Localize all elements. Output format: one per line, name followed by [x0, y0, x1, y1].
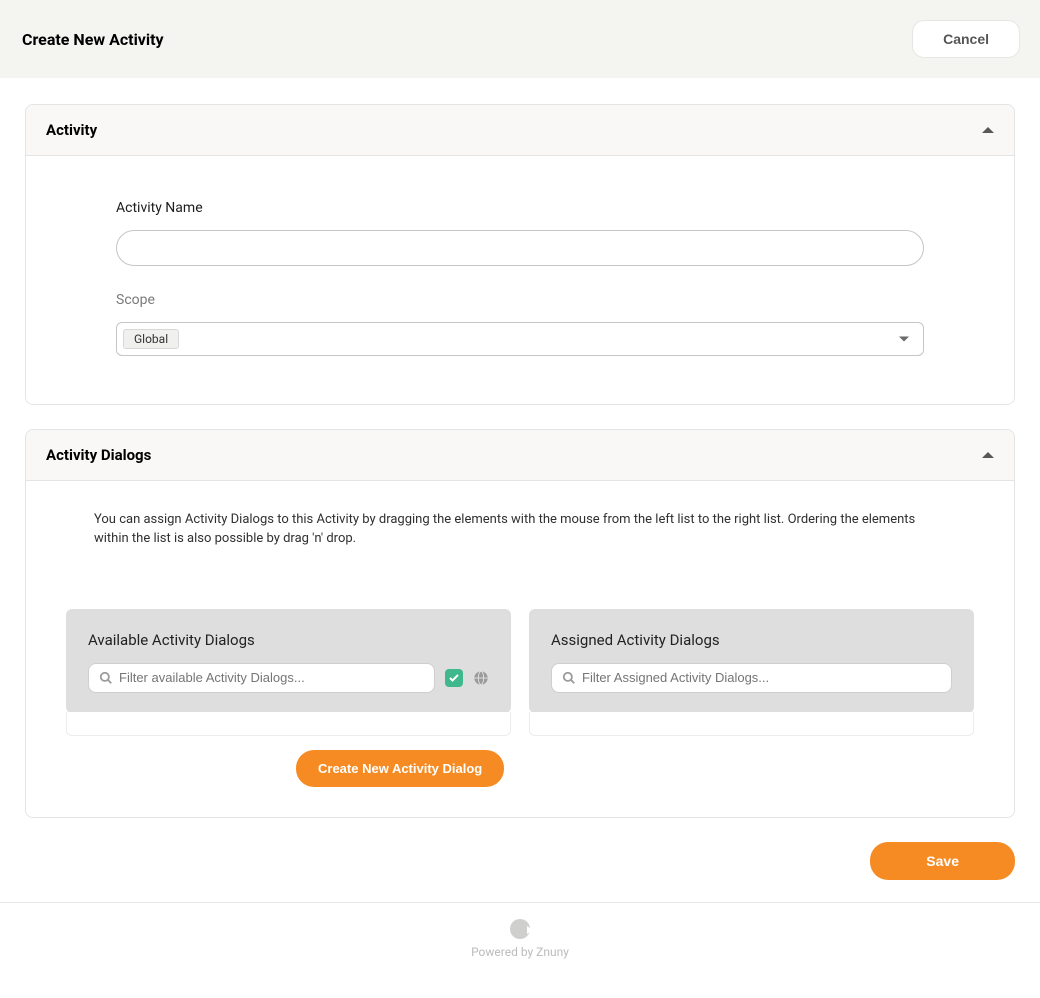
assigned-filter-row: [551, 663, 952, 693]
search-icon: [562, 671, 576, 685]
activity-name-input[interactable]: [116, 230, 924, 266]
page-header: Create New Activity Cancel: [0, 0, 1040, 78]
scope-selected-chip: Global: [123, 329, 179, 349]
dialogs-panel: Activity Dialogs You can assign Activity…: [25, 429, 1015, 818]
save-row: Save: [0, 842, 1040, 902]
activity-panel-body: Activity Name Scope Global: [26, 156, 1014, 404]
dialogs-panel-header[interactable]: Activity Dialogs: [26, 430, 1014, 481]
check-icon[interactable]: [445, 669, 463, 687]
activity-name-label: Activity Name: [116, 200, 924, 216]
scope-label: Scope: [116, 292, 924, 308]
dialogs-help-text: You can assign Activity Dialogs to this …: [94, 511, 946, 549]
znuny-logo-icon: [510, 919, 530, 939]
powered-by-text: Powered by Znuny: [0, 945, 1040, 959]
available-filter-input[interactable]: [119, 670, 424, 685]
available-filter-box: [88, 663, 435, 693]
content: Activity Activity Name Scope Global Acti…: [0, 78, 1040, 818]
chevron-down-icon: [899, 337, 909, 342]
cancel-button[interactable]: Cancel: [912, 20, 1020, 58]
available-title: Available Activity Dialogs: [88, 631, 489, 649]
footer: Powered by Znuny: [0, 902, 1040, 983]
available-column: Available Activity Dialogs: [66, 609, 511, 736]
activity-name-field: Activity Name: [116, 200, 924, 266]
globe-icon[interactable]: [473, 670, 489, 686]
scope-field: Scope Global: [116, 292, 924, 356]
collapse-up-icon: [982, 452, 994, 458]
assigned-filter-box: [551, 663, 952, 693]
assigned-title: Assigned Activity Dialogs: [551, 631, 952, 649]
create-activity-dialog-button[interactable]: Create New Activity Dialog: [296, 750, 504, 787]
collapse-up-icon: [982, 127, 994, 133]
page-title: Create New Activity: [22, 30, 164, 49]
activity-panel-header[interactable]: Activity: [26, 105, 1014, 156]
available-filter-row: [88, 663, 489, 693]
available-list-body[interactable]: [66, 712, 511, 736]
assigned-list-body[interactable]: [529, 712, 974, 736]
assigned-filter-input[interactable]: [582, 670, 941, 685]
activity-panel: Activity Activity Name Scope Global: [25, 104, 1015, 405]
dialogs-panel-title: Activity Dialogs: [46, 446, 151, 464]
save-button[interactable]: Save: [870, 842, 1015, 880]
dialogs-columns: Available Activity Dialogs: [66, 609, 974, 736]
assigned-column: Assigned Activity Dialogs: [529, 609, 974, 736]
activity-panel-title: Activity: [46, 121, 97, 139]
dialogs-panel-body: You can assign Activity Dialogs to this …: [26, 481, 1014, 817]
scope-select[interactable]: Global: [116, 322, 924, 356]
search-icon: [99, 671, 113, 685]
